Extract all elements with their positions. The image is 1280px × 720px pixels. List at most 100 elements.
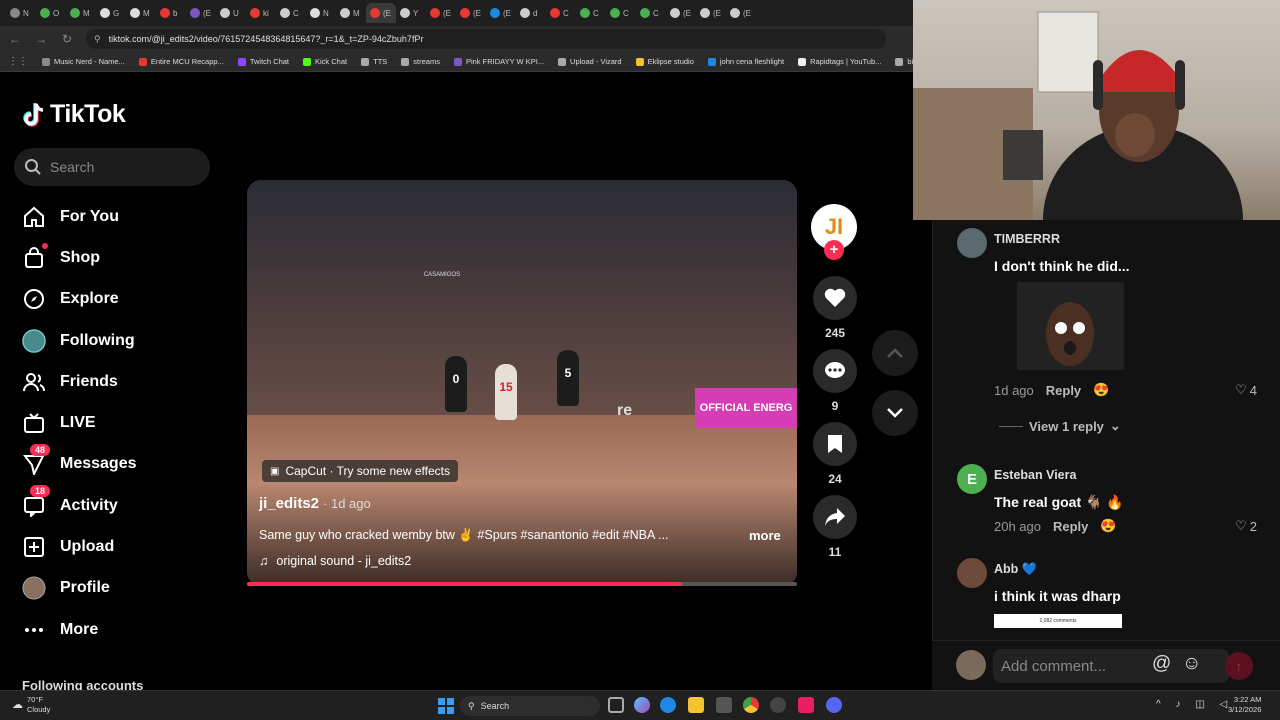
browser-tab[interactable]: (E — [666, 3, 696, 23]
post-comment-button[interactable]: ↑ — [1225, 652, 1253, 680]
comment-like-button[interactable]: ♡ 2 — [1235, 518, 1257, 534]
app-icon[interactable] — [770, 697, 786, 713]
browser-tab[interactable]: N — [6, 3, 36, 23]
share-button[interactable] — [813, 495, 857, 539]
sidebar-item-friends[interactable]: Friends — [22, 361, 212, 402]
edge-icon[interactable] — [660, 697, 676, 713]
reply-button[interactable]: Reply — [1046, 383, 1081, 398]
bookmark-item[interactable]: Pink FRIDAYY W KPI... — [453, 57, 544, 66]
back-icon[interactable]: ← — [8, 32, 22, 46]
taskbar-search[interactable]: ⚲ Search — [460, 696, 600, 716]
commenter-name[interactable]: Abb 💙 — [994, 562, 1037, 577]
save-action[interactable]: 24 — [811, 422, 859, 486]
sidebar-item-more[interactable]: More — [22, 609, 212, 650]
follow-plus-button[interactable]: + — [824, 240, 844, 260]
sidebar-item-activity[interactable]: 18 Activity — [22, 485, 212, 526]
commenter-name[interactable]: TIMBERRR — [994, 232, 1060, 246]
my-avatar[interactable] — [956, 650, 986, 680]
bookmark-item[interactable]: Music Nerd - Name... — [42, 57, 125, 66]
save-button[interactable] — [813, 422, 857, 466]
browser-tab[interactable]: (E — [486, 3, 516, 23]
discord-icon[interactable] — [826, 697, 842, 713]
comment-attachment-image[interactable]: 2,082 comments — [994, 614, 1122, 628]
bookmark-item[interactable]: Eklipse studio — [635, 57, 694, 66]
video-progress-bar[interactable] — [247, 582, 797, 586]
commenter-avatar[interactable]: E — [957, 464, 987, 494]
app-icon-pink[interactable] — [798, 697, 814, 713]
store-icon[interactable] — [716, 697, 732, 713]
file-explorer-icon[interactable] — [688, 697, 704, 713]
emoji-reaction-icon[interactable]: 😍 — [1100, 518, 1116, 534]
reply-button[interactable]: Reply — [1053, 519, 1088, 534]
chrome-icon[interactable] — [743, 697, 759, 713]
bookmark-item[interactable]: Kick Chat — [303, 57, 347, 66]
browser-tab[interactable]: (E — [426, 3, 456, 23]
browser-tab[interactable]: N — [306, 3, 336, 23]
comment-button[interactable] — [813, 349, 857, 393]
video-author[interactable]: ji_edits2 · 1d ago — [259, 495, 371, 512]
browser-tab[interactable]: (E — [726, 3, 756, 23]
sidebar-item-live[interactable]: LIVE — [22, 402, 212, 443]
browser-tab[interactable]: M — [336, 3, 366, 23]
browser-tab[interactable]: G — [96, 3, 126, 23]
bookmark-item[interactable]: Upload - Vizard — [558, 57, 622, 66]
next-video-button[interactable] — [872, 390, 918, 436]
bookmark-item[interactable]: Entire MCU Recapp... — [138, 57, 224, 66]
browser-tab[interactable]: b — [156, 3, 186, 23]
reload-icon[interactable]: ↻ — [60, 32, 74, 46]
sound-link[interactable]: ♫ original sound - ji_edits2 — [259, 554, 411, 568]
tiktok-logo[interactable]: TikTok — [22, 100, 126, 129]
emoji-icon[interactable]: ☺ — [1182, 653, 1201, 675]
address-bar[interactable]: ⚲ tiktok.com/@ji_edits2/video/7615724548… — [86, 29, 886, 49]
sidebar-item-following[interactable]: Following — [22, 320, 212, 361]
bookmark-item[interactable]: TTS — [361, 57, 387, 66]
browser-tab[interactable]: O — [36, 3, 66, 23]
browser-tab[interactable]: (E — [456, 3, 486, 23]
system-clock[interactable]: 3:22 AM 3/12/2026 — [1228, 695, 1261, 715]
bookmark-item[interactable]: john cena fleshlight — [707, 57, 784, 66]
bookmark-item[interactable]: Rapidtags | YouTub... — [798, 57, 881, 66]
browser-tab[interactable]: d — [516, 3, 546, 23]
comments-panel[interactable]: TIMBERRR I don't think he did... 1d ago … — [932, 220, 1280, 690]
commenter-name[interactable]: Esteban Viera — [994, 468, 1076, 482]
browser-tab[interactable]: (E — [186, 3, 216, 23]
bookmark-item[interactable]: streams — [401, 57, 440, 66]
windows-start-icon[interactable] — [438, 698, 454, 714]
like-action[interactable]: 245 — [811, 276, 859, 340]
apps-grid-icon[interactable]: ⋮⋮ — [8, 56, 28, 67]
browser-tab[interactable]: (E — [366, 3, 396, 23]
sidebar-item-for-you[interactable]: For You — [22, 196, 212, 237]
browser-tab[interactable]: C — [636, 3, 666, 23]
browser-tab[interactable]: M — [66, 3, 96, 23]
commenter-avatar[interactable] — [957, 558, 987, 588]
browser-tab[interactable]: Y — [396, 3, 426, 23]
sidebar-item-messages[interactable]: 48 Messages — [22, 443, 212, 485]
site-info-icon[interactable]: ⚲ — [94, 34, 101, 45]
task-view-icon[interactable] — [608, 697, 624, 713]
browser-tab[interactable]: C — [606, 3, 636, 23]
search-input[interactable]: Search — [14, 148, 210, 186]
browser-tab[interactable]: C — [576, 3, 606, 23]
capcut-effect-chip[interactable]: ▣ CapCut · Try some new effects — [262, 460, 458, 482]
bookmark-item[interactable]: Twitch Chat — [237, 57, 289, 66]
sidebar-item-shop[interactable]: Shop — [22, 237, 212, 278]
tray-icons[interactable]: ^ ♪ ◫ ◁ — [1156, 699, 1233, 710]
share-action[interactable]: 11 — [811, 495, 859, 559]
sidebar-item-upload[interactable]: Upload — [22, 526, 212, 567]
browser-tab[interactable]: M — [126, 3, 156, 23]
caption-more-button[interactable]: more — [749, 528, 781, 543]
browser-tab[interactable]: (E — [696, 3, 726, 23]
copilot-icon[interactable] — [634, 697, 650, 713]
emoji-reaction-icon[interactable]: 😍 — [1093, 382, 1109, 398]
commenter-avatar[interactable] — [957, 228, 987, 258]
browser-tab[interactable]: C — [276, 3, 306, 23]
sidebar-item-profile[interactable]: Profile — [22, 568, 212, 609]
creator-avatar[interactable]: JI + — [811, 204, 857, 260]
browser-tab[interactable]: ki — [246, 3, 276, 23]
like-button[interactable] — [813, 276, 857, 320]
author-name[interactable]: ji_edits2 — [259, 495, 319, 512]
sidebar-item-explore[interactable]: Explore — [22, 279, 212, 320]
weather-widget[interactable]: ☁ 70°F Cloudy — [12, 695, 50, 715]
forward-icon[interactable]: → — [34, 32, 48, 46]
view-replies-button[interactable]: View 1 reply ⌄ — [999, 418, 1121, 434]
